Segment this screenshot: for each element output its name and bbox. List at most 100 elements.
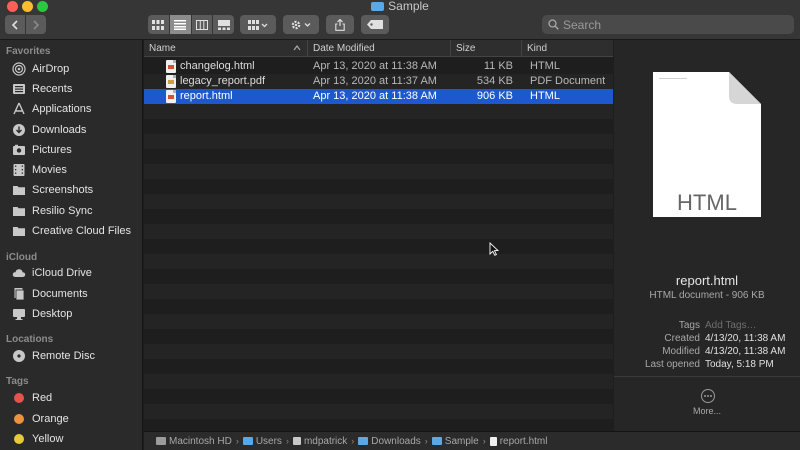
path-crumb-downloads[interactable]: Downloads bbox=[358, 436, 421, 447]
add-tags-field[interactable]: Add Tags… bbox=[705, 320, 757, 331]
sidebar-item-downloads[interactable]: Downloads bbox=[12, 121, 140, 139]
file-name: changelog.html bbox=[180, 60, 255, 72]
folder-icon bbox=[13, 186, 25, 195]
sidebar-item-movies[interactable]: Movies bbox=[12, 161, 140, 179]
action-menu-button[interactable] bbox=[283, 15, 319, 34]
table-row-selected[interactable]: report.html Apr 13, 2020 at 11:38 AM 906… bbox=[144, 89, 613, 104]
table-row[interactable]: legacy_report.pdf Apr 13, 2020 at 11:37 … bbox=[144, 74, 613, 89]
list-stripe bbox=[144, 314, 613, 329]
more-label[interactable]: More... bbox=[614, 406, 800, 416]
meta-key-last-opened: Last opened bbox=[644, 359, 700, 370]
airdrop-icon bbox=[12, 62, 26, 76]
meta-key-modified: Modified bbox=[662, 346, 700, 357]
toolbar: Sample bbox=[0, 0, 800, 40]
tag-dot-icon bbox=[14, 434, 24, 444]
edit-tags-button[interactable] bbox=[361, 15, 389, 34]
sidebar-item-label: Orange bbox=[32, 413, 69, 425]
sidebar-item-airdrop[interactable]: AirDrop bbox=[12, 60, 140, 78]
html-file-icon bbox=[166, 90, 176, 103]
table-row[interactable]: changelog.html Apr 13, 2020 at 11:38 AM … bbox=[144, 59, 613, 74]
sidebar-item-label: Recents bbox=[32, 83, 73, 95]
sidebar-item-creative-cloud-files[interactable]: Creative Cloud Files bbox=[12, 222, 140, 240]
list-header: Name Date Modified Size Kind bbox=[144, 40, 613, 57]
chevron-left-icon bbox=[11, 19, 18, 30]
file-size: 534 KB bbox=[476, 75, 513, 87]
list-stripe bbox=[144, 419, 613, 431]
disc-icon bbox=[13, 350, 25, 362]
sidebar-item-screenshots[interactable]: Screenshots bbox=[12, 181, 140, 199]
column-header-date-modified[interactable]: Date Modified bbox=[308, 40, 451, 57]
sidebar-item-resilio-sync[interactable]: Resilio Sync bbox=[12, 202, 140, 220]
icon-view-button[interactable] bbox=[148, 15, 169, 34]
sidebar-item-remote-disc[interactable]: Remote Disc bbox=[12, 347, 140, 365]
sidebar-item-tag-orange[interactable]: Orange bbox=[12, 410, 140, 428]
path-crumb-users[interactable]: Users bbox=[242, 436, 282, 447]
list-stripe bbox=[144, 344, 613, 359]
document-type-label: HTML bbox=[677, 190, 737, 215]
column-view-button[interactable] bbox=[191, 15, 213, 34]
sidebar-item-label: Documents bbox=[32, 288, 88, 300]
path-separator-icon: › bbox=[235, 436, 239, 446]
path-separator-icon: › bbox=[285, 436, 289, 446]
path-separator-icon: › bbox=[424, 436, 428, 446]
list-stripe bbox=[144, 299, 613, 314]
list-stripe bbox=[144, 359, 613, 374]
path-separator-icon: › bbox=[351, 436, 355, 446]
list-stripe bbox=[144, 194, 613, 209]
sidebar-item-label: iCloud Drive bbox=[32, 267, 92, 279]
document-thumbnail: HTML bbox=[653, 72, 761, 217]
gallery-icon bbox=[217, 19, 230, 30]
html-file-icon bbox=[166, 60, 176, 73]
sidebar-item-tag-red[interactable]: Red bbox=[12, 389, 140, 407]
path-crumb-report-html[interactable]: report.html bbox=[489, 436, 547, 447]
sidebar-section-tags: Tags bbox=[6, 376, 29, 387]
meta-value-last-opened: Today, 5:18 PM bbox=[705, 359, 774, 370]
path-crumb-sample[interactable]: Sample bbox=[431, 436, 479, 447]
sidebar-item-label: Screenshots bbox=[32, 184, 94, 196]
share-button[interactable] bbox=[326, 15, 354, 34]
list-stripe bbox=[144, 389, 613, 404]
list-stripe bbox=[144, 374, 613, 389]
meta-value-created: 4/13/20, 11:38 AM bbox=[705, 333, 786, 344]
folder-icon bbox=[358, 437, 369, 445]
gear-icon bbox=[291, 20, 311, 29]
path-crumb-mdpatrick[interactable]: mdpatrick bbox=[292, 436, 347, 447]
path-crumb-macintosh-hd[interactable]: Macintosh HD bbox=[156, 436, 232, 447]
column-header-name[interactable]: Name bbox=[144, 40, 308, 57]
search-input[interactable] bbox=[563, 17, 783, 32]
folder-icon bbox=[242, 437, 253, 445]
forward-button[interactable] bbox=[26, 15, 46, 34]
sort-ascending-icon bbox=[293, 45, 301, 51]
sidebar-item-pictures[interactable]: Pictures bbox=[12, 141, 140, 159]
grid-icon bbox=[152, 19, 165, 30]
file-name: report.html bbox=[180, 90, 233, 102]
sidebar-item-applications[interactable]: Applications bbox=[12, 100, 140, 118]
column-header-kind[interactable]: Kind bbox=[522, 40, 613, 57]
sidebar-item-desktop[interactable]: Desktop bbox=[12, 305, 140, 323]
gallery-view-button[interactable] bbox=[213, 15, 234, 34]
list-icon bbox=[174, 19, 187, 30]
folder-icon bbox=[13, 207, 25, 216]
sidebar-section-locations: Locations bbox=[6, 334, 54, 345]
search-field[interactable] bbox=[542, 15, 794, 34]
folder-icon bbox=[431, 437, 442, 445]
folder-icon bbox=[13, 227, 25, 236]
sidebar-item-documents[interactable]: Documents bbox=[12, 285, 140, 303]
tag-icon bbox=[367, 20, 383, 29]
column-header-size[interactable]: Size bbox=[451, 40, 522, 57]
sidebar-item-label: Yellow bbox=[32, 433, 64, 445]
more-button[interactable] bbox=[701, 389, 715, 403]
sidebar-item-recents[interactable]: Recents bbox=[12, 80, 140, 98]
sidebar-item-tag-yellow[interactable]: Yellow bbox=[12, 430, 140, 448]
sidebar-item-icloud-drive[interactable]: iCloud Drive bbox=[12, 264, 140, 282]
back-button[interactable] bbox=[5, 15, 25, 34]
sidebar-item-label: Remote Disc bbox=[32, 350, 95, 362]
list-view-button[interactable] bbox=[169, 15, 191, 34]
file-size: 11 KB bbox=[483, 60, 513, 72]
path-bar: Macintosh HD › Users › mdpatrick › Downl… bbox=[144, 431, 800, 450]
sidebar-item-label: Applications bbox=[32, 103, 92, 115]
file-date: Apr 13, 2020 at 11:38 AM bbox=[313, 60, 437, 72]
window-title: Sample bbox=[0, 0, 800, 13]
sidebar-item-label: Downloads bbox=[32, 124, 87, 136]
group-by-button[interactable] bbox=[240, 15, 276, 34]
